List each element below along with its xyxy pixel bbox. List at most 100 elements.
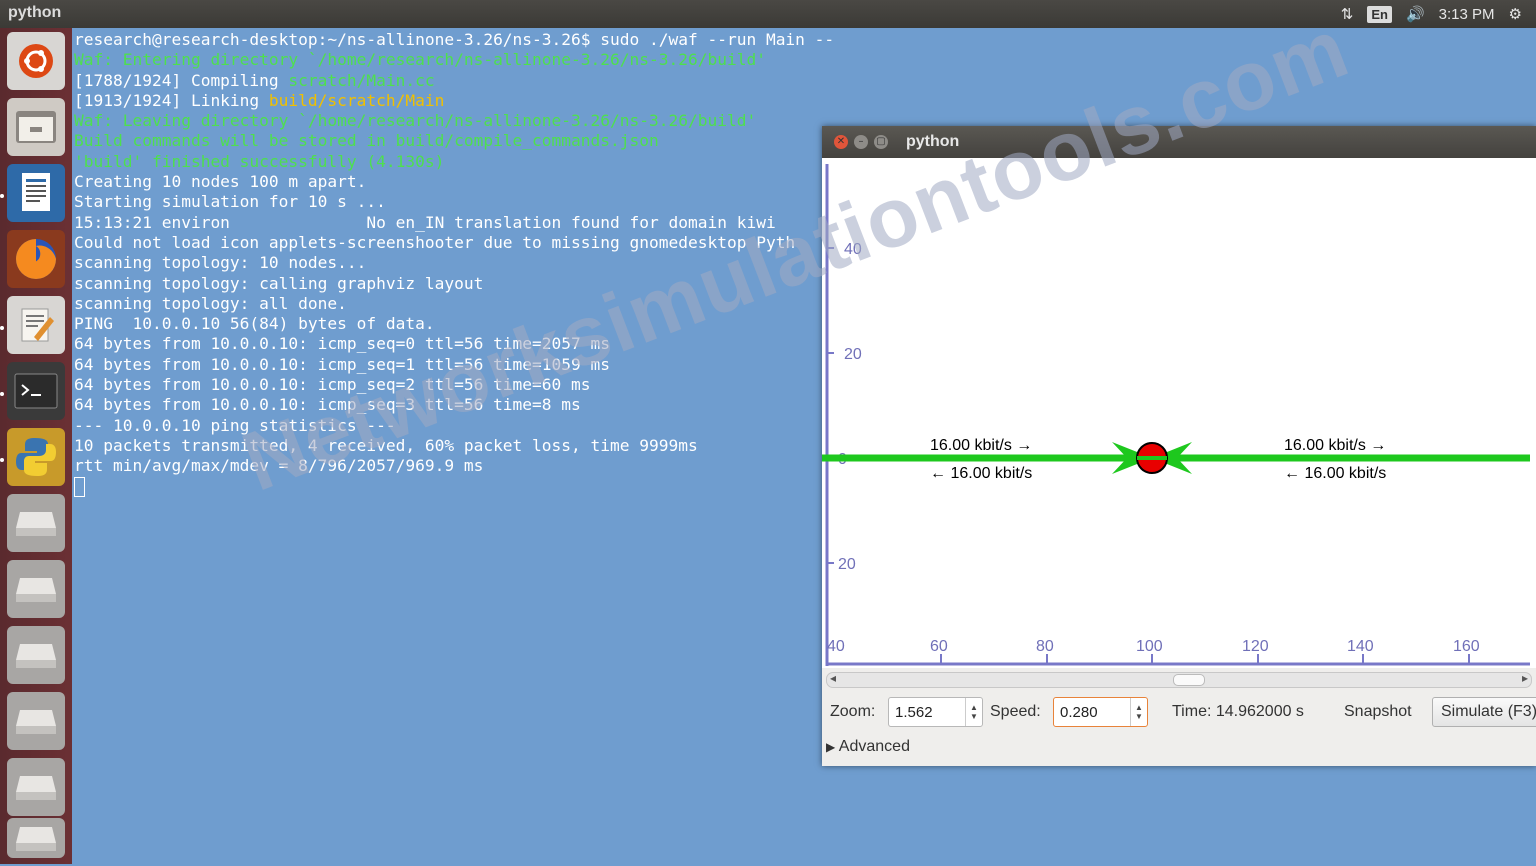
clock[interactable]: 3:13 PM [1439,6,1495,23]
terminal-line-text: scanning topology: 10 nodes... [74,253,367,273]
ubuntu-dash-icon[interactable] [7,32,65,90]
terminal-line: Could not load icon applets-screenshoote… [74,233,834,253]
volume-icon[interactable]: 🔊 [1406,5,1425,23]
terminal-line: scanning topology: calling graphviz layo… [74,274,834,294]
terminal-line: 'build' finished successfully (4.130s) [74,152,834,172]
y-tick-label: 20 [838,556,856,573]
terminal-line-text: [1788/1924] Compiling [74,70,289,90]
advanced-expander[interactable]: ▶ Advanced [826,738,910,756]
maximize-icon[interactable]: ▢ [874,135,888,149]
terminal-line-text: 64 bytes from 10.0.0.10: icmp_seq=0 ttl=… [74,334,611,354]
x-tick-label: 60 [930,638,948,655]
terminal-line: [1788/1924] Compiling scratch/Main.cc [74,71,834,91]
drive-icon[interactable] [7,692,65,750]
terminal-line: 10 packets transmitted, 4 received, 60% … [74,436,834,456]
terminal-line: Build commands will be stored in build/c… [74,131,834,151]
terminal-line-text: 15:13:21 environ No en_IN translation fo… [74,212,776,232]
speed-stepper[interactable]: ▲▼ [1053,697,1148,727]
minimize-icon[interactable]: – [854,135,868,149]
topology-svg: 40 20 0 20 40 60 80 100 120 140 [822,164,1530,666]
drive-icon[interactable] [7,758,65,816]
topology-canvas[interactable]: 40 20 0 20 40 60 80 100 120 140 [822,158,1536,668]
writer-icon[interactable] [7,164,65,222]
text-editor-icon[interactable] [7,296,65,354]
zoom-input[interactable] [889,698,965,726]
speed-input[interactable] [1054,698,1130,726]
chevron-right-icon[interactable]: ▶ [826,740,835,754]
terminal-line-highlight: build/scratch/Main [268,90,445,110]
running-indicator [0,326,4,330]
horizontal-scrollbar[interactable]: ◂ ▸ [826,671,1532,688]
x-tick-label: 120 [1242,638,1269,655]
terminal-line-text: rtt min/avg/max/mdev = 8/796/2057/969.9 … [74,456,484,476]
terminal-line: Waf: Entering directory `/home/research/… [74,50,834,70]
terminal-line-text: 64 bytes from 10.0.0.10: icmp_seq=1 ttl=… [74,354,611,374]
speed-label: Speed: [990,703,1041,720]
terminal-line-text: scanning topology: all done. [74,293,347,313]
python-icon[interactable] [7,428,65,486]
keyboard-language-indicator[interactable]: En [1367,5,1392,23]
drive-icon[interactable] [7,494,65,552]
close-icon[interactable]: ✕ [834,135,848,149]
terminal-line-text: Could not load icon applets-screenshoote… [74,232,796,252]
gear-icon[interactable]: ⚙ [1509,5,1522,23]
network-icon[interactable]: ⇅ [1341,5,1354,23]
simulation-time: Time: 14.962000 s [1172,703,1304,720]
link-label-left-backward: ← 16.00 kbit/s [930,465,1032,482]
zoom-label: Zoom: [830,703,876,720]
window-titlebar[interactable]: ✕ – ▢ python [822,126,1536,158]
terminal-line: --- 10.0.0.10 ping statistics --- [74,416,834,436]
running-indicator [0,194,4,198]
chevron-down-icon[interactable]: ▼ [970,712,978,721]
zoom-stepper-arrows[interactable]: ▲ ▼ [965,698,982,726]
y-tick-group: 40 20 0 20 [827,241,862,573]
terminal-line-text: [1913/1924] Linking [74,90,269,110]
terminal-line: PING 10.0.0.10 56(84) bytes of data. [74,314,834,334]
active-app-title: python [8,4,62,21]
zoom-stepper[interactable]: ▲▼ [888,697,983,727]
top-panel: python ⇅ En 🔊 3:13 PM ⚙ [0,0,1536,28]
scroll-left-icon[interactable]: ◂ [830,671,836,685]
chevron-up-icon[interactable]: ▲ [1135,703,1143,712]
snapshot-button[interactable]: Snapshot [1344,703,1412,721]
terminal-line-text: Waf: Entering directory `/home/research/… [74,50,766,70]
y-tick-label: 40 [844,241,862,258]
link-label-right-forward: 16.00 kbit/s → [1284,437,1386,454]
x-tick-label: 140 [1347,638,1374,655]
terminal-icon[interactable] [7,362,65,420]
x-tick-label: 100 [1136,638,1163,655]
terminal-prompt-line[interactable] [74,477,834,498]
pyviz-window: ✕ – ▢ python 40 20 0 20 40 60 [822,126,1536,766]
terminal-line-highlight: scratch/Main.cc [288,70,435,90]
terminal-cursor [74,477,85,498]
launcher [0,28,72,864]
terminal-line-text: Starting simulation for 10 s ... [74,192,386,212]
drive-icon[interactable] [7,626,65,684]
terminal-line: 64 bytes from 10.0.0.10: icmp_seq=3 ttl=… [74,395,834,415]
terminal-line: Waf: Leaving directory `/home/research/n… [74,111,834,131]
terminal-line-text: 64 bytes from 10.0.0.10: icmp_seq=3 ttl=… [74,395,581,415]
link-label-right-backward: ← 16.00 kbit/s [1284,465,1386,482]
trash-icon[interactable] [7,818,65,858]
scroll-right-icon[interactable]: ▸ [1522,671,1528,685]
terminal-line: 64 bytes from 10.0.0.10: icmp_seq=0 ttl=… [74,334,834,354]
chevron-down-icon[interactable]: ▼ [1135,712,1143,721]
firefox-icon[interactable] [7,230,65,288]
scrollbar-thumb[interactable] [1173,674,1205,686]
terminal-line-text: Creating 10 nodes 100 m apart. [74,172,367,192]
terminal-output[interactable]: research@research-desktop:~/ns-allinone-… [72,28,834,866]
x-tick-label: 160 [1453,638,1480,655]
chevron-up-icon[interactable]: ▲ [970,703,978,712]
terminal-line-text: 10 packets transmitted, 4 received, 60% … [74,435,698,455]
link-label-left-forward: 16.00 kbit/s → [930,437,1032,454]
terminal-line-text: Waf: Leaving directory `/home/research/n… [74,111,757,131]
window-title: python [906,133,960,150]
simulation-controls: Zoom: ▲▼ Speed: ▲▼ Time: 14.962000 s Sna… [822,694,1536,730]
x-tick-label: 40 [827,638,845,655]
drive-icon[interactable] [7,560,65,618]
files-icon[interactable] [7,98,65,156]
simulate-button[interactable]: Simulate (F3) [1432,697,1536,727]
speed-stepper-arrows[interactable]: ▲ ▼ [1130,698,1147,726]
terminal-line: 15:13:21 environ No en_IN translation fo… [74,213,834,233]
terminal-line: 64 bytes from 10.0.0.10: icmp_seq=1 ttl=… [74,355,834,375]
